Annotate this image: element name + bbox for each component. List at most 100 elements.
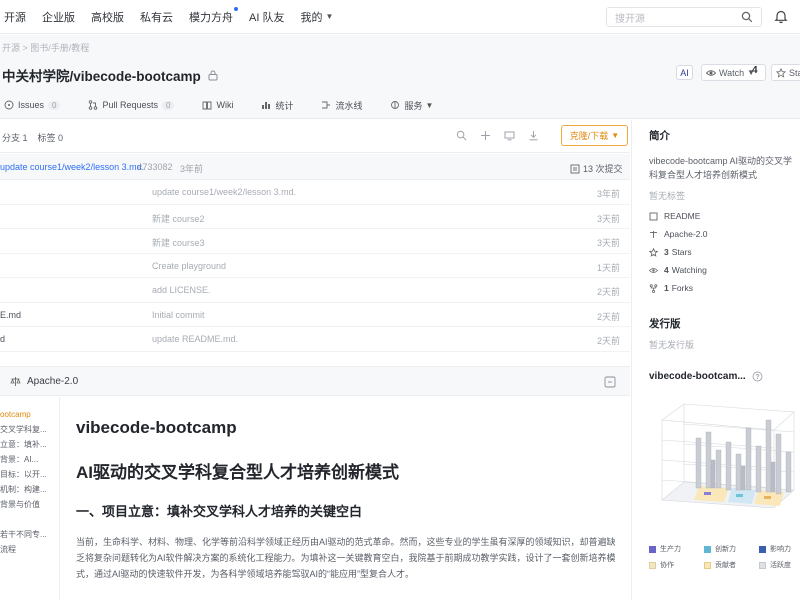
legend-item: 生产力 <box>649 544 681 554</box>
legend-label: 生产力 <box>660 546 681 553</box>
commit-count-label: 13 次提交 <box>583 164 623 174</box>
nav-item-private-cloud[interactable]: 私有云 <box>140 9 173 25</box>
repo-title-link[interactable]: 中关村学院/vibecode-bootcamp <box>2 65 201 85</box>
notification-bell-icon[interactable] <box>774 9 788 24</box>
download-icon[interactable] <box>528 130 539 141</box>
web-ide-icon[interactable] <box>504 130 515 141</box>
forks-count: 1 <box>664 283 669 293</box>
chart-marker <box>764 496 771 499</box>
file-row[interactable]: add LICENSE. 2天前 <box>0 278 630 303</box>
file-name[interactable]: E.md <box>0 310 21 320</box>
tab-label: 统计 <box>275 100 294 111</box>
bar-chart-icon <box>262 102 271 109</box>
scale-icon <box>10 377 21 386</box>
stars-link[interactable]: 3 Stars <box>649 247 692 257</box>
issues-icon <box>4 100 14 110</box>
star-icon <box>776 67 786 78</box>
file-commit-message[interactable]: Create playground <box>152 261 226 271</box>
tab-wiki[interactable]: Wiki <box>202 100 233 110</box>
file-commit-message[interactable]: 新建 course2 <box>152 212 205 225</box>
ai-badge[interactable]: AI <box>676 65 693 80</box>
no-release-text: 暂无发行版 <box>649 340 695 350</box>
tab-count: 0 <box>162 100 175 110</box>
license-link[interactable]: Apache-2.0 <box>649 229 707 239</box>
clone-download-button[interactable]: 克隆/下载 ▼ <box>561 125 628 146</box>
toc-item[interactable]: 立意：填补... <box>0 437 59 452</box>
star-button[interactable]: Star <box>771 64 800 81</box>
file-row[interactable]: d update README.md. 2天前 <box>0 327 630 352</box>
commit-count[interactable]: 13 次提交 <box>570 162 623 175</box>
commit-hash[interactable]: c733082 <box>138 162 173 172</box>
tab-issues[interactable]: Issues 0 <box>4 100 61 110</box>
tab-label: Issues <box>18 100 45 110</box>
watching-link[interactable]: 4 Watching <box>649 265 707 275</box>
toc-item[interactable]: 交叉学科复... <box>0 422 59 437</box>
repo-metrics-title: vibecode-bootcam... ? <box>649 371 763 382</box>
license-label: Apache-2.0 <box>664 229 708 239</box>
tab-services[interactable]: 服务 ▼ <box>390 99 433 112</box>
file-row[interactable]: update course1/week2/lesson 3.md. 3年前 <box>0 180 630 205</box>
tab-count: 0 <box>48 100 61 110</box>
nav-item-enterprise[interactable]: 企业版 <box>42 9 75 25</box>
file-row[interactable]: 新建 course2 3天前 <box>0 205 630 229</box>
toc-item[interactable]: 机制：构建... <box>0 482 59 497</box>
legend-item: 创新力 <box>704 544 736 554</box>
toc-item[interactable]: ootcamp <box>0 407 59 422</box>
nav-item-ai-teammate[interactable]: AI 队友 <box>249 9 284 25</box>
collapse-icon[interactable] <box>604 376 616 388</box>
legend-label: 创新力 <box>715 546 736 553</box>
add-icon[interactable] <box>480 130 491 141</box>
toc-item[interactable] <box>0 512 59 527</box>
branch-count[interactable]: 分支 1 <box>2 131 28 144</box>
forks-link[interactable]: 1 Forks <box>649 283 693 293</box>
chart-marker <box>704 492 711 495</box>
no-tags-text: 暂无标签 <box>649 191 686 201</box>
nav-item-moli[interactable]: 模力方舟 <box>189 6 238 25</box>
nav-item-open-source[interactable]: 开源 <box>4 9 26 25</box>
toc-item[interactable]: 目标：以开... <box>0 467 59 482</box>
nav-item-education[interactable]: 高校版 <box>91 9 124 25</box>
commit-time: 3年前 <box>180 164 204 174</box>
file-row[interactable]: 新建 course3 3天前 <box>0 229 630 254</box>
legend-swatch <box>759 545 766 553</box>
toc-item[interactable]: 背景：AI... <box>0 452 59 467</box>
pull-request-icon <box>89 100 98 110</box>
nav-item-mine[interactable]: 我的 ▼ <box>300 9 333 25</box>
license-tab[interactable]: Apache-2.0 <box>10 376 78 387</box>
file-name[interactable]: d <box>0 334 5 344</box>
tab-stats[interactable]: 统计 <box>261 99 293 112</box>
file-commit-message[interactable]: add LICENSE. <box>152 285 211 295</box>
eye-icon <box>649 267 658 273</box>
toc-item[interactable]: 流程 <box>0 542 59 557</box>
file-commit-time: 3年前 <box>596 189 620 199</box>
file-commit-message[interactable]: Initial commit <box>152 310 205 320</box>
watching-count: 4 <box>664 265 669 275</box>
commit-message[interactable]: update course1/week2/lesson 3.md. <box>0 162 144 172</box>
breadcrumb[interactable]: 开源 > 图书/手册/教程 <box>2 41 89 54</box>
search-icon[interactable] <box>456 130 467 141</box>
file-row[interactable]: E.md Initial commit 2天前 <box>0 303 630 327</box>
legend-label: 影响力 <box>770 546 791 553</box>
readme-link[interactable]: README <box>649 211 700 221</box>
tab-pipeline[interactable]: 流水线 <box>321 99 362 112</box>
file-commit-time: 2天前 <box>596 336 620 346</box>
file-commit-message[interactable]: update README.md. <box>152 334 238 344</box>
file-row[interactable]: Create playground 1天前 <box>0 254 630 278</box>
tab-label: Wiki <box>216 100 234 110</box>
toc-item[interactable]: 若干不同专... <box>0 527 59 542</box>
tab-pull-requests[interactable]: Pull Requests 0 <box>88 100 175 110</box>
tag-count[interactable]: 标签 0 <box>38 131 64 144</box>
help-icon[interactable]: ? <box>752 371 763 382</box>
legend-swatch <box>759 561 766 569</box>
nav-item-moli-label: 模力方舟 <box>189 11 233 24</box>
file-commit-message[interactable]: 新建 course3 <box>152 236 205 249</box>
toolbar-icons <box>456 130 552 141</box>
search-input[interactable]: 搜开源 <box>606 7 762 27</box>
toc-item[interactable]: 背景与价值 <box>0 497 59 512</box>
svg-text:?: ? <box>755 374 759 381</box>
file-commit-time: 1天前 <box>596 262 620 273</box>
search-icon[interactable] <box>741 11 753 23</box>
file-commit-message[interactable]: update course1/week2/lesson 3.md. <box>152 187 296 197</box>
tab-label: 服务 <box>404 100 423 111</box>
watch-count[interactable]: 4 <box>752 65 758 76</box>
